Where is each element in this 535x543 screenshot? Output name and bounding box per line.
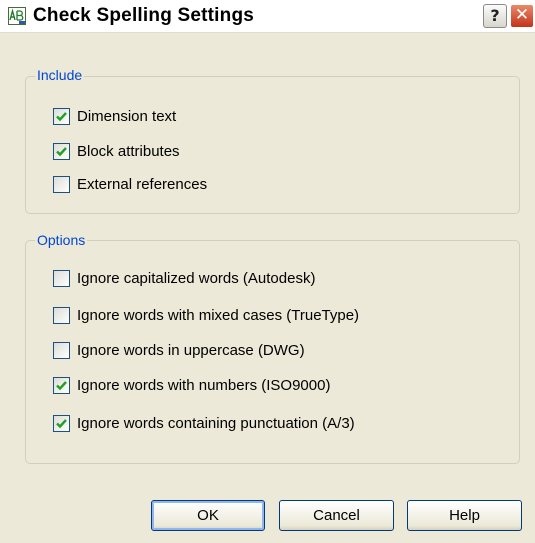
checkmark-icon (56, 112, 67, 122)
help-icon[interactable]: ? (483, 4, 507, 28)
close-icon[interactable]: ✕ (510, 4, 534, 28)
checkbox-box[interactable] (53, 342, 70, 359)
checkbox-label[interactable]: Ignore capitalized words (Autodesk) (77, 269, 315, 288)
checkmark-icon (56, 419, 67, 429)
checkbox-label[interactable]: External references (77, 175, 207, 194)
spell-check-icon (8, 7, 26, 25)
checkbox-label[interactable]: Block attributes (77, 142, 180, 161)
checkbox-label[interactable]: Dimension text (77, 107, 176, 126)
checkbox-label[interactable]: Ignore words with mixed cases (TrueType) (77, 306, 359, 325)
options-group-title: Options (35, 232, 88, 248)
checkmark-icon (56, 147, 67, 157)
checkbox-box[interactable] (53, 307, 70, 324)
checkbox-box[interactable] (53, 176, 70, 193)
checkbox-label[interactable]: Ignore words containing punctuation (A/3… (77, 414, 355, 433)
check-spelling-settings-dialog: Check Spelling Settings ? ✕ Include Dime… (0, 0, 535, 543)
include-group-title: Include (35, 67, 85, 83)
cancel-button[interactable]: Cancel (279, 500, 394, 531)
dialog-title: Check Spelling Settings (33, 5, 255, 26)
checkbox-label[interactable]: Ignore words in uppercase (DWG) (77, 341, 305, 360)
title-bar[interactable]: Check Spelling Settings ? ✕ (0, 0, 535, 33)
help-button[interactable]: Help (407, 500, 522, 531)
checkbox-box[interactable] (53, 415, 70, 432)
ok-button[interactable]: OK (151, 500, 265, 531)
checkbox-box[interactable] (53, 377, 70, 394)
checkbox-label[interactable]: Ignore words with numbers (ISO9000) (77, 376, 330, 395)
checkbox-box[interactable] (53, 270, 70, 287)
checkmark-icon (56, 381, 67, 391)
checkbox-box[interactable] (53, 143, 70, 160)
checkbox-box[interactable] (53, 108, 70, 125)
